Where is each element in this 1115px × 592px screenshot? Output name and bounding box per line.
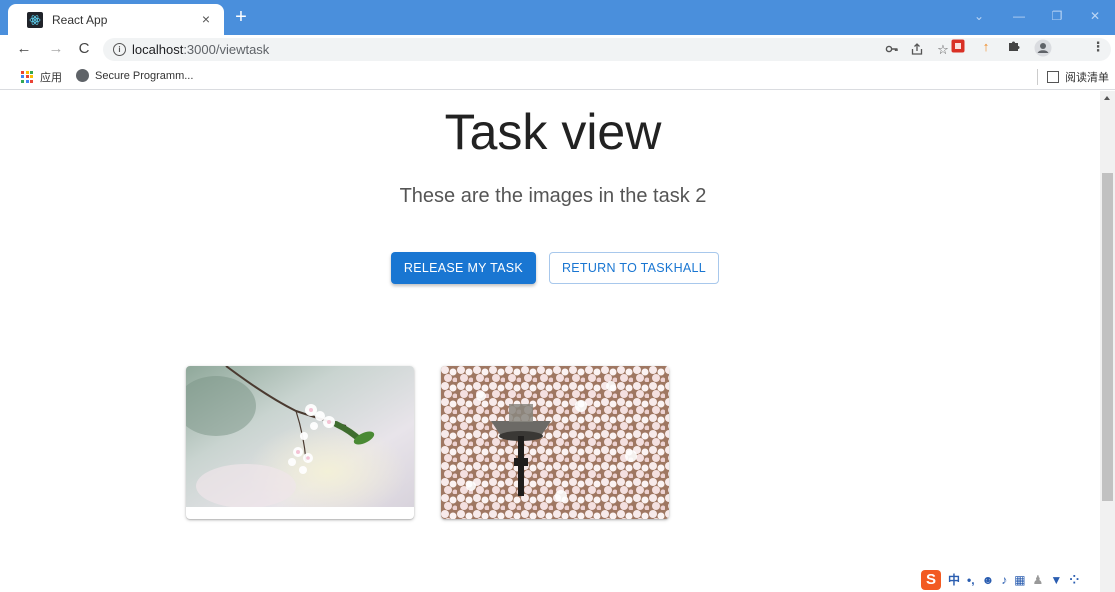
cherry-blossom-branch-image [186,366,414,507]
apps-grid-icon [21,70,34,84]
scroll-thumb[interactable] [1102,173,1113,501]
bookmark-secure-programming[interactable]: Secure Programm... [76,69,193,82]
url-host: localhost [132,42,184,57]
reading-list-icon [1047,71,1059,83]
tab-title: React App [52,12,108,27]
ime-toolbar: S 中 •, ☻ ♪ ▦ ♟ ▼ ⁘ [921,570,1079,590]
user-icon[interactable]: ♟ [1033,572,1044,588]
page-subtitle: These are the images in the task 2 [399,185,707,207]
forward-button[interactable]: → [46,39,66,59]
browser-toolbar: ← → C i localhost:3000/viewtask ☆ ↑ ⋮ [0,35,1115,64]
close-tab-icon[interactable]: × [197,10,215,28]
bookmark-label: Secure Programm... [95,69,194,82]
share-icon[interactable] [909,42,925,58]
reading-list[interactable]: 阅读清单 [1037,69,1109,85]
page-title: Task view [444,104,662,160]
punctuation-icon[interactable]: •, [967,572,975,588]
return-to-taskhall-button[interactable]: RETURN TO TASKHALL [549,252,719,284]
reload-button[interactable]: C [74,39,94,59]
arrow-up-icon[interactable]: ↑ [978,39,994,55]
puzzle-icon[interactable] [1006,39,1022,55]
release-task-button[interactable]: RELEASE MY TASK [391,252,536,284]
cherry-blossom-lamp-image [441,366,669,519]
keyboard-icon[interactable]: ▦ [1014,572,1025,588]
globe-icon [76,69,89,82]
task-image-card[interactable] [441,366,669,519]
url-text[interactable]: localhost:3000/viewtask [132,42,269,57]
react-icon [27,11,43,28]
scroll-up-arrow-icon[interactable] [1104,96,1110,100]
info-icon[interactable]: i [113,43,126,56]
ime-mode[interactable]: 中 [948,572,960,588]
url-path: :3000/viewtask [183,42,270,57]
sogou-logo-icon[interactable]: S [921,570,941,590]
browser-tab[interactable]: React App × [8,4,224,35]
bookmark-apps[interactable]: 应用 [21,69,62,85]
menu-grid-icon[interactable]: ⁘ [1069,572,1079,588]
extension-red-icon[interactable] [950,39,966,55]
emoji-icon[interactable]: ☻ [982,572,995,588]
new-tab-button[interactable]: + [231,7,251,27]
skin-icon[interactable]: ▼ [1050,572,1062,588]
minimize-icon[interactable]: — [1011,8,1027,24]
close-window-icon[interactable]: ✕ [1087,8,1103,24]
bookmarks-bar: 应用 Secure Programm... 阅读清单 [0,64,1115,90]
tab-strip: React App × + ⌄ — ❐ ✕ [0,0,1115,35]
page-content: Task view These are the images in the ta… [0,91,1100,592]
divider [1037,69,1038,85]
task-image-card[interactable] [186,366,414,519]
profile-icon[interactable] [1034,39,1052,57]
chevron-down-icon[interactable]: ⌄ [971,8,987,24]
restore-icon[interactable]: ❐ [1049,8,1065,24]
reading-list-label: 阅读清单 [1065,72,1109,84]
bookmark-label: 应用 [40,72,62,84]
vertical-scrollbar[interactable] [1100,91,1115,592]
kebab-menu-icon[interactable]: ⋮ [1090,39,1106,55]
back-button[interactable]: ← [14,39,34,59]
star-icon[interactable]: ☆ [935,42,951,58]
key-icon[interactable] [884,42,900,58]
microphone-icon[interactable]: ♪ [1001,572,1007,588]
